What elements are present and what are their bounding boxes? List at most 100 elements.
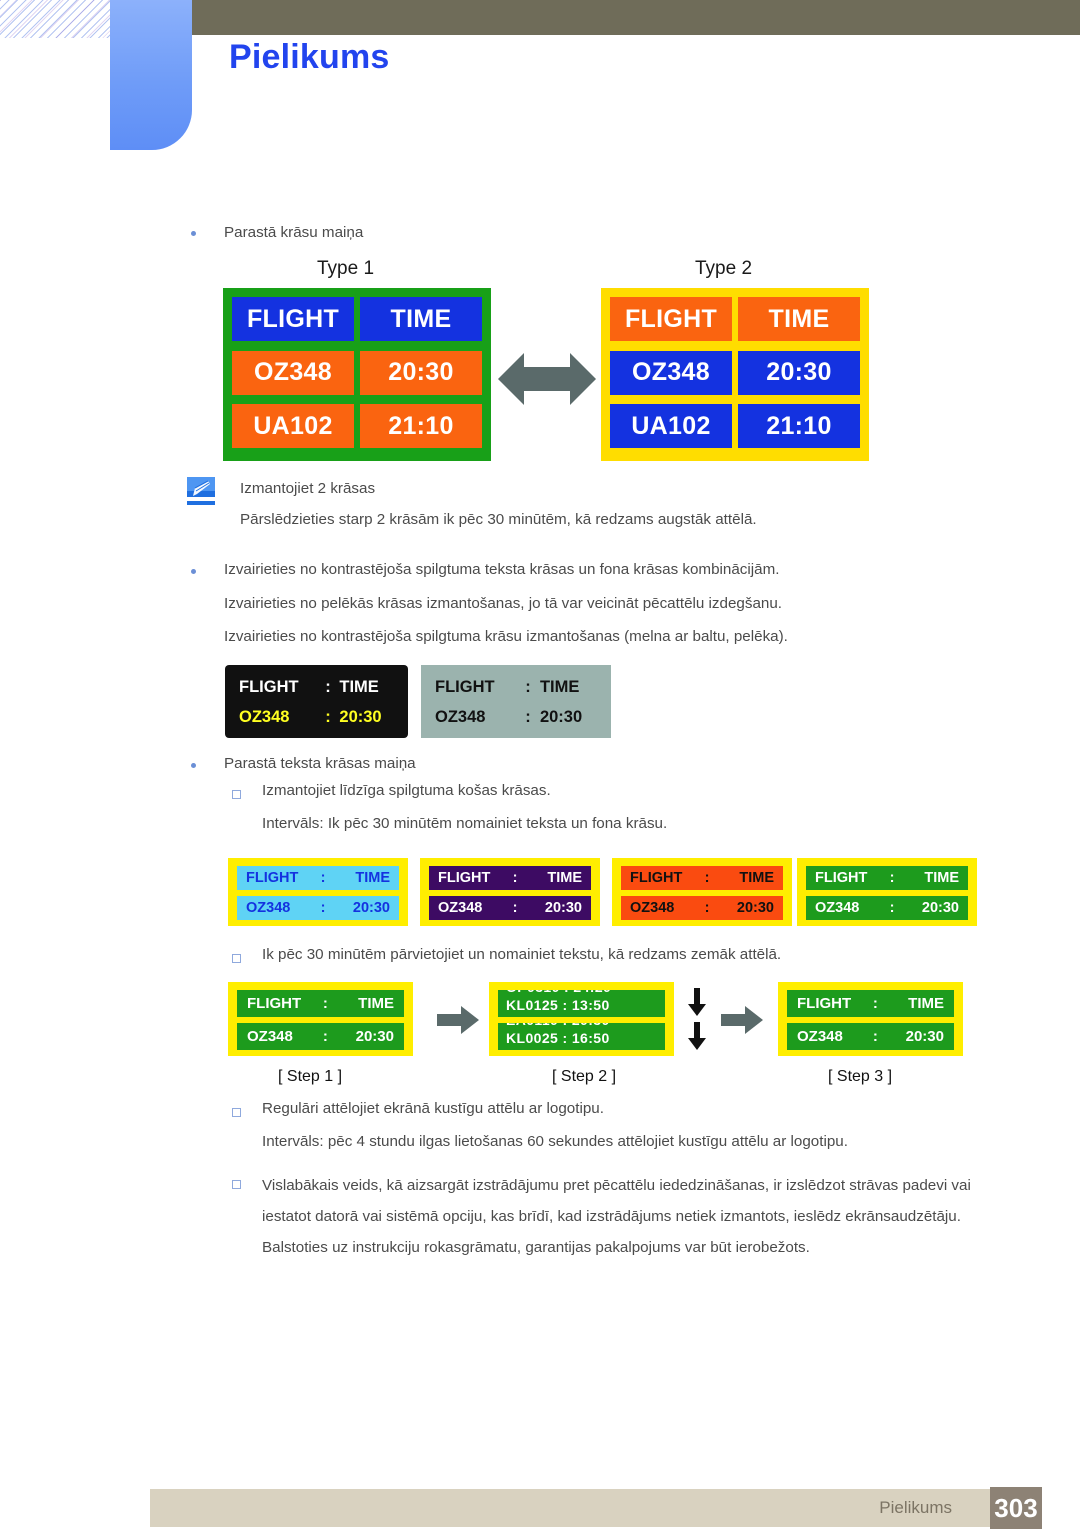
color-sample-box-orange: FLIGHT : TIME OZ348 : 20:30 — [612, 858, 792, 926]
table-cell-time-header: TIME — [738, 297, 860, 341]
time-value: 20:30 — [339, 707, 382, 726]
scroll-line-top: EA0110 : 20:30 — [506, 1023, 610, 1028]
time-label: TIME — [739, 870, 774, 886]
separator: : — [704, 900, 710, 916]
sub-bullet-best-protection: Vislabākais veids, kā aizsargāt izstrādā… — [262, 1177, 971, 1256]
bullet-contrast-brightness: Izvairieties no kontrastējoša spilgtuma … — [224, 628, 788, 645]
flight-label: FLIGHT — [239, 677, 299, 696]
separator: : — [704, 870, 710, 886]
separator: : — [525, 677, 531, 696]
down-arrow-icon-2 — [688, 1022, 706, 1050]
separator: : — [889, 870, 895, 886]
header-olive-bar — [190, 0, 1080, 35]
scroll-line-top: OP0310 : 24:20 — [506, 990, 611, 995]
time-value: 20:30 — [921, 900, 959, 916]
contrast-box-gray: FLIGHT : TIME OZ348 : 20:30 — [421, 665, 611, 738]
right-arrow-icon-2 — [721, 1006, 763, 1034]
bullet-marker — [191, 763, 196, 768]
type2-label: Type 2 — [695, 258, 753, 279]
bullet-parasta-krasu-maina: Parastā krāsu maiņa — [224, 224, 364, 241]
right-arrow-icon-1 — [437, 1006, 479, 1034]
color-sample-box-purple: FLIGHT : TIME OZ348 : 20:30 — [420, 858, 600, 926]
down-arrow-icon-1 — [688, 988, 706, 1016]
sub-bullet-moving-image: Regulāri attēlojiet ekrānā kustīgu attēl… — [262, 1100, 604, 1117]
bullet-text-color-change: Parastā teksta krāsas maiņa — [224, 755, 416, 772]
sub-bullet-marker — [232, 790, 241, 799]
separator: : — [525, 707, 531, 726]
note-pen-icon — [187, 477, 215, 505]
sub-interval-4hours: Intervāls: pēc 4 stundu ilgas lietošanas… — [262, 1133, 848, 1150]
separator: : — [322, 1028, 328, 1045]
separator: : — [322, 995, 328, 1012]
table-cell-time-header: TIME — [360, 297, 482, 341]
time-label: TIME — [355, 870, 390, 886]
table-cell-time-1: 20:30 — [360, 350, 482, 395]
sub-interval-30min: Intervāls: Ik pēc 30 minūtēm nomainiet t… — [262, 815, 668, 832]
table-cell-flight-1: OZ348 — [610, 350, 732, 395]
contrast-box-black: FLIGHT : TIME OZ348 : 20:30 — [225, 665, 408, 738]
table-cell-flight-header: FLIGHT — [232, 297, 354, 341]
decorative-hatch-pattern-overlay — [0, 0, 118, 38]
bullet-marker — [191, 569, 196, 574]
separator: : — [872, 1028, 878, 1045]
flight-label: FLIGHT — [246, 870, 299, 886]
time-label: TIME — [339, 677, 379, 696]
header-blue-tab — [110, 0, 192, 150]
page-number: 303 — [990, 1487, 1042, 1529]
time-label: TIME — [547, 870, 582, 886]
time-label: TIME — [908, 995, 944, 1012]
time-value: 20:30 — [905, 1028, 944, 1045]
time-label: TIME — [924, 870, 959, 886]
separator: : — [889, 900, 895, 916]
flight-number: OZ348 — [630, 900, 675, 916]
flight-label: FLIGHT — [630, 870, 683, 886]
scroll-line-bottom: KL0025 : 16:50 — [506, 1030, 610, 1046]
bullet-contrast-warning: Izvairieties no kontrastējoša spilgtuma … — [224, 561, 780, 578]
separator: : — [872, 995, 878, 1012]
time-value: 20:30 — [355, 1028, 394, 1045]
flight-number: OZ348 — [435, 707, 486, 726]
separator: : — [325, 677, 331, 696]
double-arrow-icon — [498, 353, 596, 405]
sub-bullet-marker — [232, 1180, 241, 1189]
time-value: 20:30 — [736, 900, 774, 916]
table-cell-flight-2: UA102 — [610, 404, 732, 449]
table-cell-time-2: 21:10 — [360, 404, 482, 449]
sub-bullet-marker — [232, 954, 241, 963]
color-sample-box-green: FLIGHT : TIME OZ348 : 20:30 — [797, 858, 977, 926]
separator: : — [320, 900, 326, 916]
footer-label: Pielikums — [879, 1498, 952, 1517]
flight-label: FLIGHT — [815, 870, 868, 886]
bullet-marker — [191, 231, 196, 236]
time-value: 20:30 — [352, 900, 390, 916]
separator: : — [325, 707, 331, 726]
sub-bullet-bright-colors: Izmantojiet līdzīga spilgtuma košas krās… — [262, 782, 551, 799]
flight-table-type2: FLIGHT TIME OZ348 20:30 UA102 21:10 — [601, 288, 869, 461]
note-body: Pārslēdzieties starp 2 krāsām ik pēc 30 … — [240, 511, 757, 528]
step-box-3: FLIGHT : TIME OZ348 : 20:30 — [778, 982, 963, 1056]
color-sample-box-cyan: FLIGHT : TIME OZ348 : 20:30 — [228, 858, 408, 926]
flight-number: OZ348 — [438, 900, 483, 916]
time-value: 20:30 — [539, 707, 583, 726]
flight-number: OZ348 — [239, 707, 290, 726]
time-label: TIME — [539, 677, 580, 696]
table-cell-time-1: 20:30 — [738, 350, 860, 395]
flight-number: OZ348 — [246, 900, 291, 916]
table-cell-flight-header: FLIGHT — [610, 297, 732, 341]
scrolling-row-2: EA0110 : 20:30 KL0025 : 16:50 — [498, 1023, 665, 1050]
time-label: TIME — [358, 995, 394, 1012]
step-2-caption: [ Step 2 ] — [552, 1068, 617, 1085]
scroll-line-bottom: KL0125 : 13:50 — [506, 997, 610, 1013]
separator: : — [320, 870, 326, 886]
page-title: Pielikums — [229, 38, 390, 76]
flight-number: OZ348 — [247, 1028, 293, 1045]
flight-number: OZ348 — [797, 1028, 843, 1045]
flight-number: OZ348 — [815, 900, 860, 916]
time-value: 20:30 — [544, 900, 582, 916]
bullet-gray-warning: Izvairieties no pelēkās krāsas izmantoša… — [224, 595, 783, 612]
note-title: Izmantojiet 2 krāsas — [240, 480, 376, 497]
step-box-1: FLIGHT : TIME OZ348 : 20:30 — [228, 982, 413, 1056]
sub-bullet-marker — [232, 1108, 241, 1117]
type1-label: Type 1 — [317, 258, 375, 279]
separator: : — [512, 870, 518, 886]
